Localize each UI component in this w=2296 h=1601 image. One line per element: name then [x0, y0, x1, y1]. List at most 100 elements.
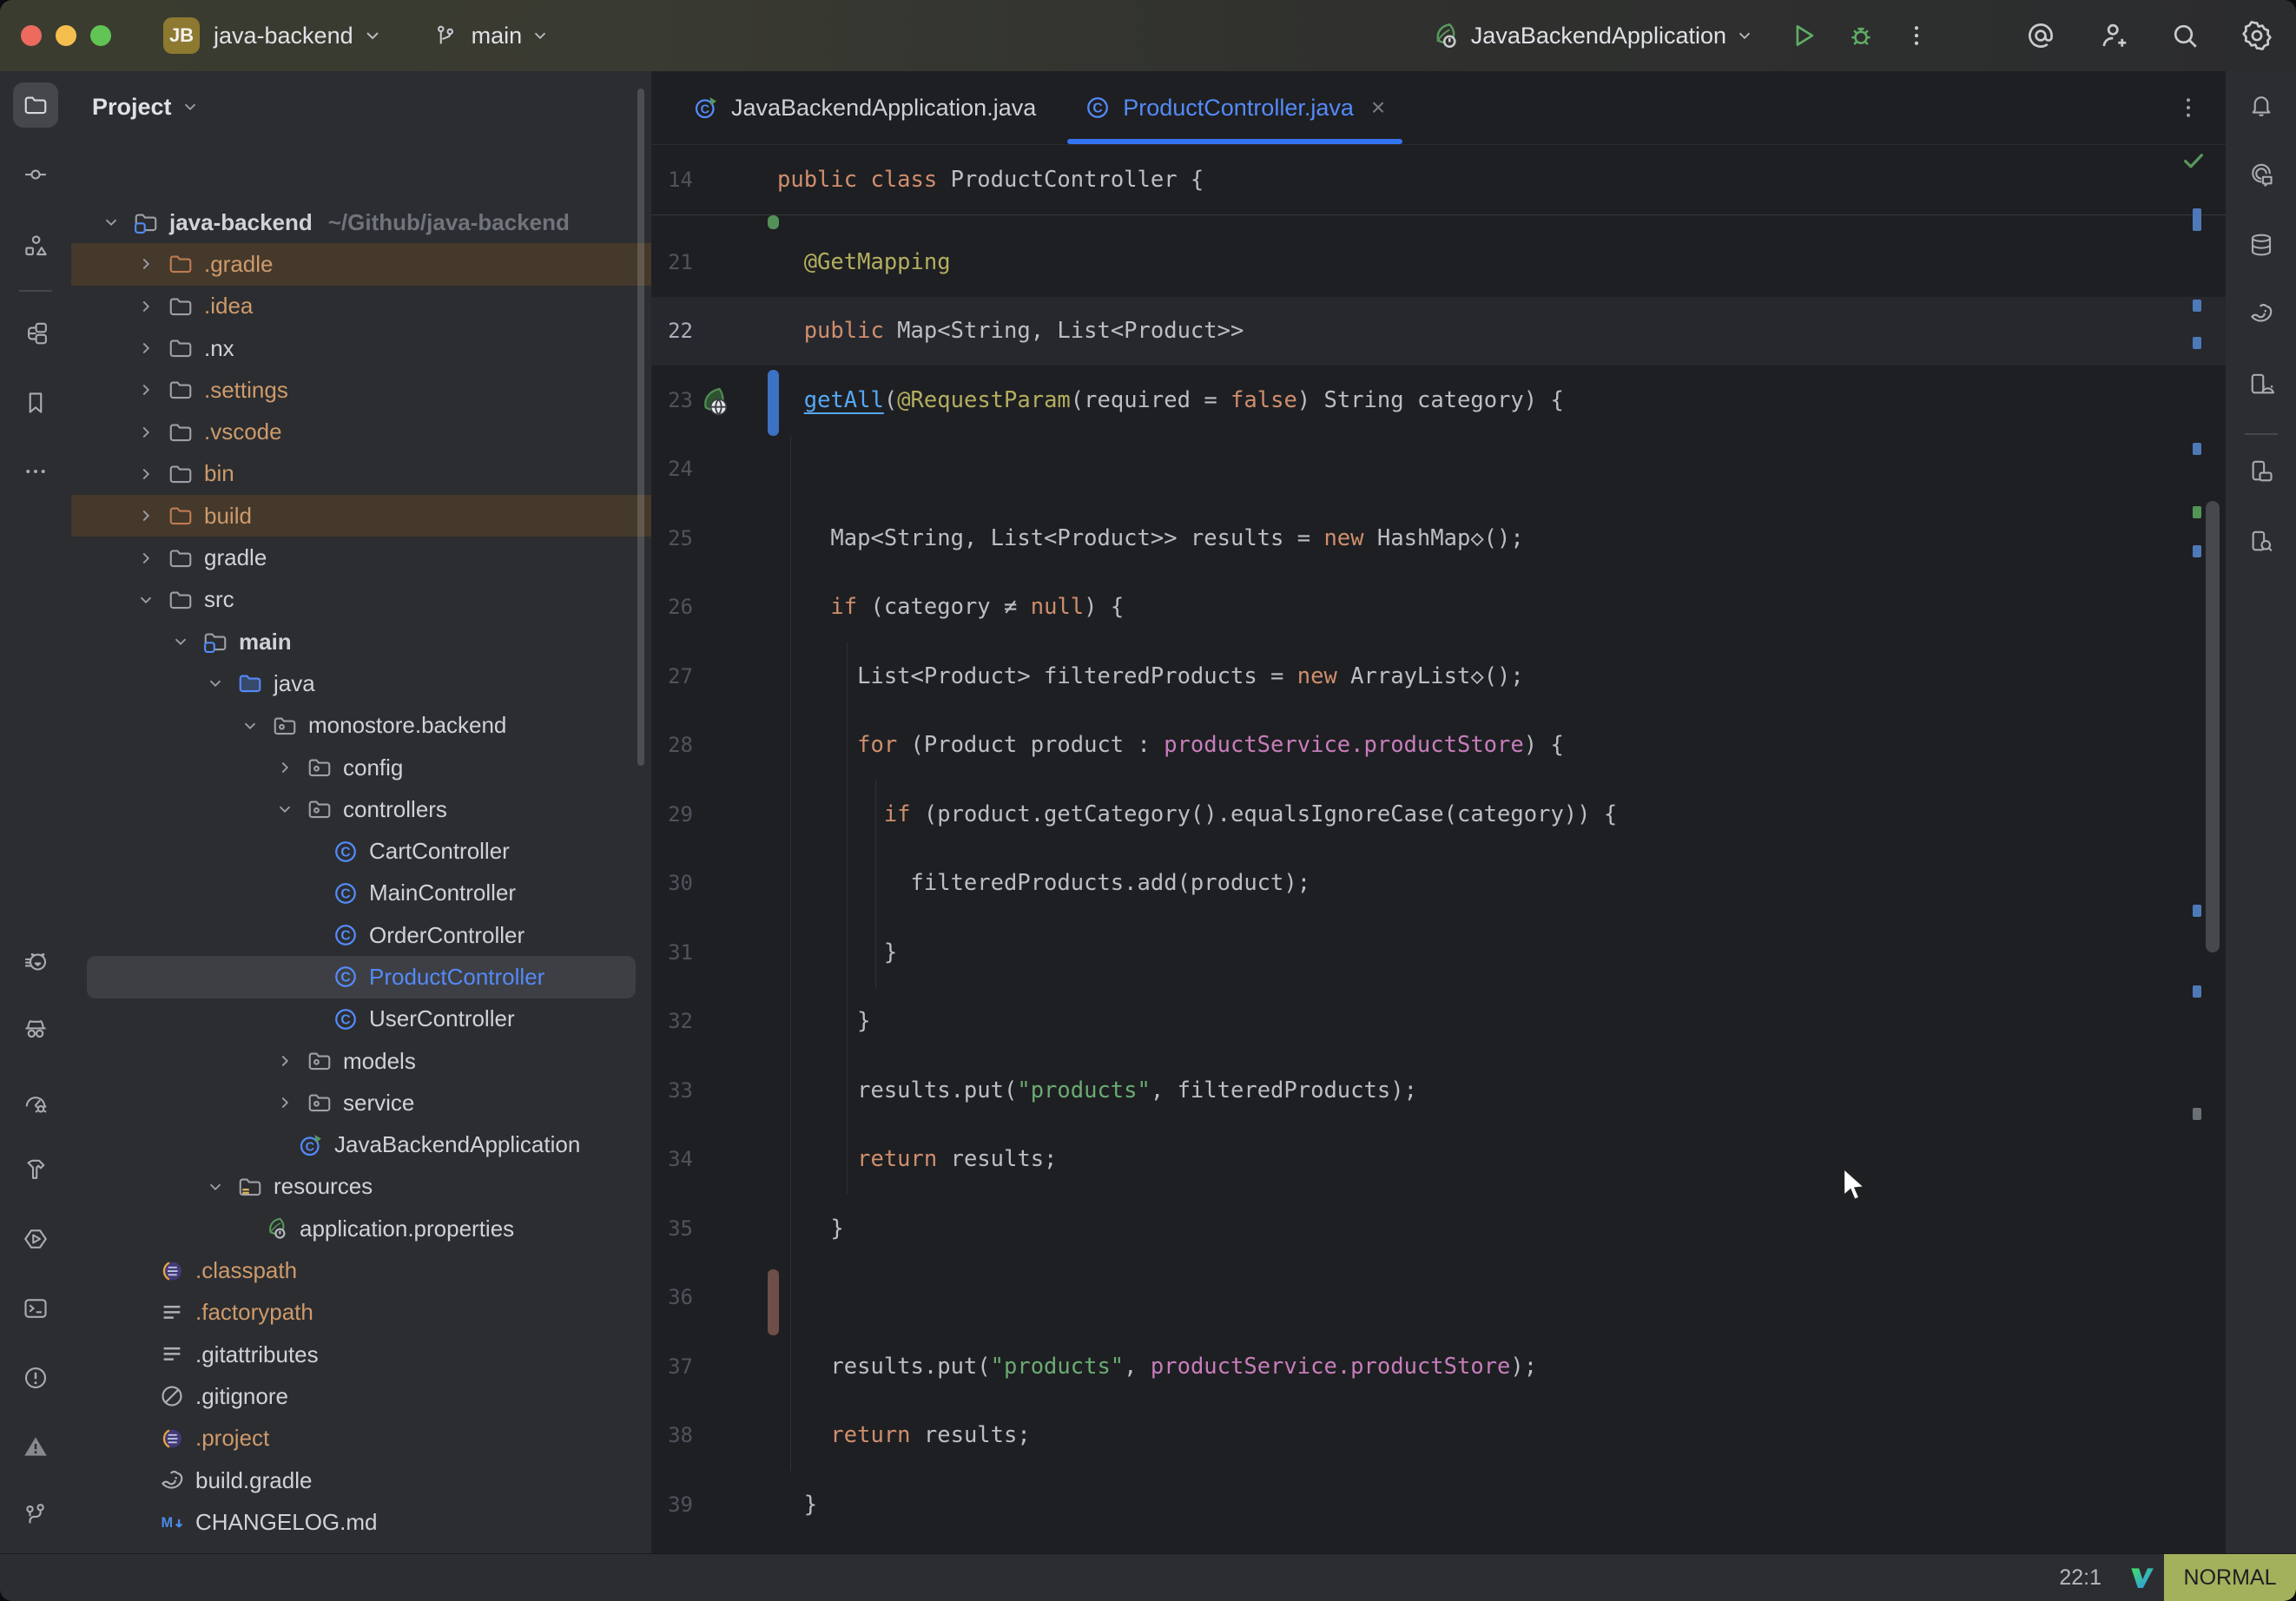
code-line-21[interactable]: 21 @GetMapping [651, 227, 2226, 297]
tree-item--idea[interactable]: .idea [71, 286, 651, 327]
tool-window-button-git[interactable] [13, 1492, 58, 1538]
tool-window-button-github-copilot[interactable] [13, 939, 58, 985]
tool-window-button-database[interactable] [2239, 222, 2284, 267]
tree-item--classpath[interactable]: .classpath [71, 1249, 651, 1291]
chevron-right-icon[interactable] [135, 297, 157, 316]
caret-position[interactable]: 22:1 [2059, 1554, 2101, 1601]
tree-item-java[interactable]: java [71, 662, 651, 704]
code-line-34[interactable]: 34 return results; [651, 1125, 2226, 1195]
stripe-mark[interactable] [2193, 300, 2201, 312]
tool-window-button-terminal[interactable] [13, 1286, 58, 1331]
chevron-right-icon[interactable] [135, 423, 157, 442]
tree-item--settings[interactable]: .settings [71, 369, 651, 411]
tool-window-button-bookmarks[interactable] [13, 380, 58, 425]
tree-item-bin[interactable]: bin [71, 453, 651, 495]
chevron-down-icon[interactable] [204, 674, 227, 693]
chevron-right-icon[interactable] [274, 758, 296, 777]
editor-options-kebab-icon[interactable] [2175, 95, 2201, 121]
tool-window-button-profiler[interactable] [13, 1080, 58, 1125]
tree-item-resources[interactable]: resources [71, 1166, 651, 1208]
debug-button[interactable] [1846, 21, 1876, 50]
tool-window-button-warnings[interactable] [13, 1424, 58, 1469]
code-line-35[interactable]: 35 } [651, 1194, 2226, 1263]
chevron-down-icon[interactable] [239, 716, 261, 735]
tree-item--gitattributes[interactable]: .gitattributes [71, 1334, 651, 1375]
tree-item-build-gradle[interactable]: build.gradle [71, 1459, 651, 1501]
stripe-mark[interactable] [2193, 905, 2201, 917]
tree-item-models[interactable]: models [71, 1040, 651, 1082]
tree-item-service[interactable]: service [71, 1082, 651, 1123]
code-line-22[interactable]: 22 public Map<String, List<Product>> [651, 297, 2226, 366]
tree-item-maincontroller[interactable]: CMainController [71, 873, 651, 914]
tree-item--project[interactable]: .project [71, 1418, 651, 1459]
run-button[interactable] [1789, 21, 1818, 50]
tool-window-button-notifications[interactable] [2239, 82, 2284, 128]
code-line-28[interactable]: 28 for (Product product : productService… [651, 711, 2226, 781]
chevron-down-icon[interactable] [274, 800, 296, 819]
tree-item-monostore-backend[interactable]: monostore.backend [71, 705, 651, 747]
tool-window-button-gradle[interactable] [2239, 291, 2284, 336]
project-tree-scrollbar[interactable] [637, 89, 644, 766]
tree-item-controllers[interactable]: controllers [71, 788, 651, 830]
settings-gear-icon[interactable] [2240, 19, 2273, 52]
tree-item-productcontroller[interactable]: CProductController [87, 956, 636, 998]
tool-window-button-build[interactable] [13, 1147, 58, 1192]
tree-item-usercontroller[interactable]: CUserController [71, 998, 651, 1040]
close-window-button[interactable] [21, 25, 42, 46]
tool-window-button-device-manager[interactable] [2239, 449, 2284, 494]
change-marker[interactable] [768, 215, 779, 229]
change-marker[interactable] [768, 1269, 779, 1335]
tool-window-button-project[interactable] [13, 82, 58, 128]
tool-window-button-structure[interactable] [13, 311, 58, 356]
code-line-31[interactable]: 31 } [651, 918, 2226, 987]
tool-window-button-ai-assistant[interactable] [2239, 153, 2284, 198]
search-icon[interactable] [2169, 20, 2200, 51]
editor-tab-javabackendapplication-java[interactable]: CJavaBackendApplication.java [669, 71, 1060, 144]
code-line-33[interactable]: 33 results.put("products", filteredProdu… [651, 1056, 2226, 1125]
ai-assistant-icon[interactable] [2025, 20, 2056, 51]
tree-item-src[interactable]: src [71, 579, 651, 621]
spring-endpoint-gutter-icon[interactable] [698, 385, 731, 418]
chevron-down-icon[interactable] [100, 213, 122, 232]
tree-item-java-backend[interactable]: java-backend~/Github/java-backend [71, 201, 651, 243]
chevron-right-icon[interactable] [135, 380, 157, 399]
chevron-right-icon[interactable] [135, 254, 157, 273]
code-line-37[interactable]: 37 results.put("products", productServic… [651, 1332, 2226, 1401]
tree-item-cartcontroller[interactable]: CCartController [71, 830, 651, 872]
change-marker[interactable] [768, 370, 779, 436]
tree-item-config[interactable]: config [71, 747, 651, 788]
stripe-mark[interactable] [2193, 208, 2201, 231]
code-line-30[interactable]: 30 filteredProducts.add(product); [651, 849, 2226, 919]
chevron-right-icon[interactable] [274, 1093, 296, 1112]
code-line-36[interactable]: 36 [651, 1263, 2226, 1333]
code-line-29[interactable]: 29 if (product.getCategory().equalsIgnor… [651, 780, 2226, 849]
tree-item-javabackendapplication[interactable]: CJavaBackendApplication [71, 1124, 651, 1166]
code-line-32[interactable]: 32 } [651, 987, 2226, 1057]
chevron-right-icon[interactable] [135, 549, 157, 568]
stripe-mark[interactable] [2193, 985, 2201, 998]
tool-window-button-running-devices[interactable] [2239, 362, 2284, 407]
minimize-window-button[interactable] [56, 25, 76, 46]
stripe-mark[interactable] [2193, 1108, 2201, 1120]
run-config-selector[interactable]: JavaBackendApplication [1471, 23, 1754, 49]
tree-item-application-properties[interactable]: application.properties [71, 1208, 651, 1249]
stripe-mark[interactable] [2193, 506, 2201, 518]
tree-item--nx[interactable]: .nx [71, 327, 651, 369]
inspections-ok-icon[interactable] [2181, 148, 2207, 174]
chevron-down-icon[interactable] [169, 632, 192, 651]
chevron-right-icon[interactable] [135, 464, 157, 484]
tree-item-build[interactable]: build [71, 495, 651, 537]
tree-item--gradle[interactable]: .gradle [71, 243, 651, 285]
code-lines[interactable]: 21 @GetMapping22 public Map<String, List… [651, 214, 2226, 1539]
code-line-24[interactable]: 24 [651, 435, 2226, 504]
tool-window-button-incognito[interactable] [13, 1006, 58, 1051]
vim-mode-badge[interactable]: NORMAL [2164, 1554, 2296, 1601]
code-line-27[interactable]: 27 List<Product> filteredProducts = new … [651, 642, 2226, 711]
tool-window-button-more-tools[interactable] [13, 449, 58, 494]
editor-scrollbar[interactable] [2206, 501, 2220, 952]
project-panel-header[interactable]: Project [71, 71, 651, 142]
code-line-39[interactable]: 39 } [651, 1470, 2226, 1539]
chevron-down-icon[interactable] [135, 590, 157, 609]
chevron-right-icon[interactable] [274, 1051, 296, 1071]
tree-item--factorypath[interactable]: .factorypath [71, 1292, 651, 1334]
